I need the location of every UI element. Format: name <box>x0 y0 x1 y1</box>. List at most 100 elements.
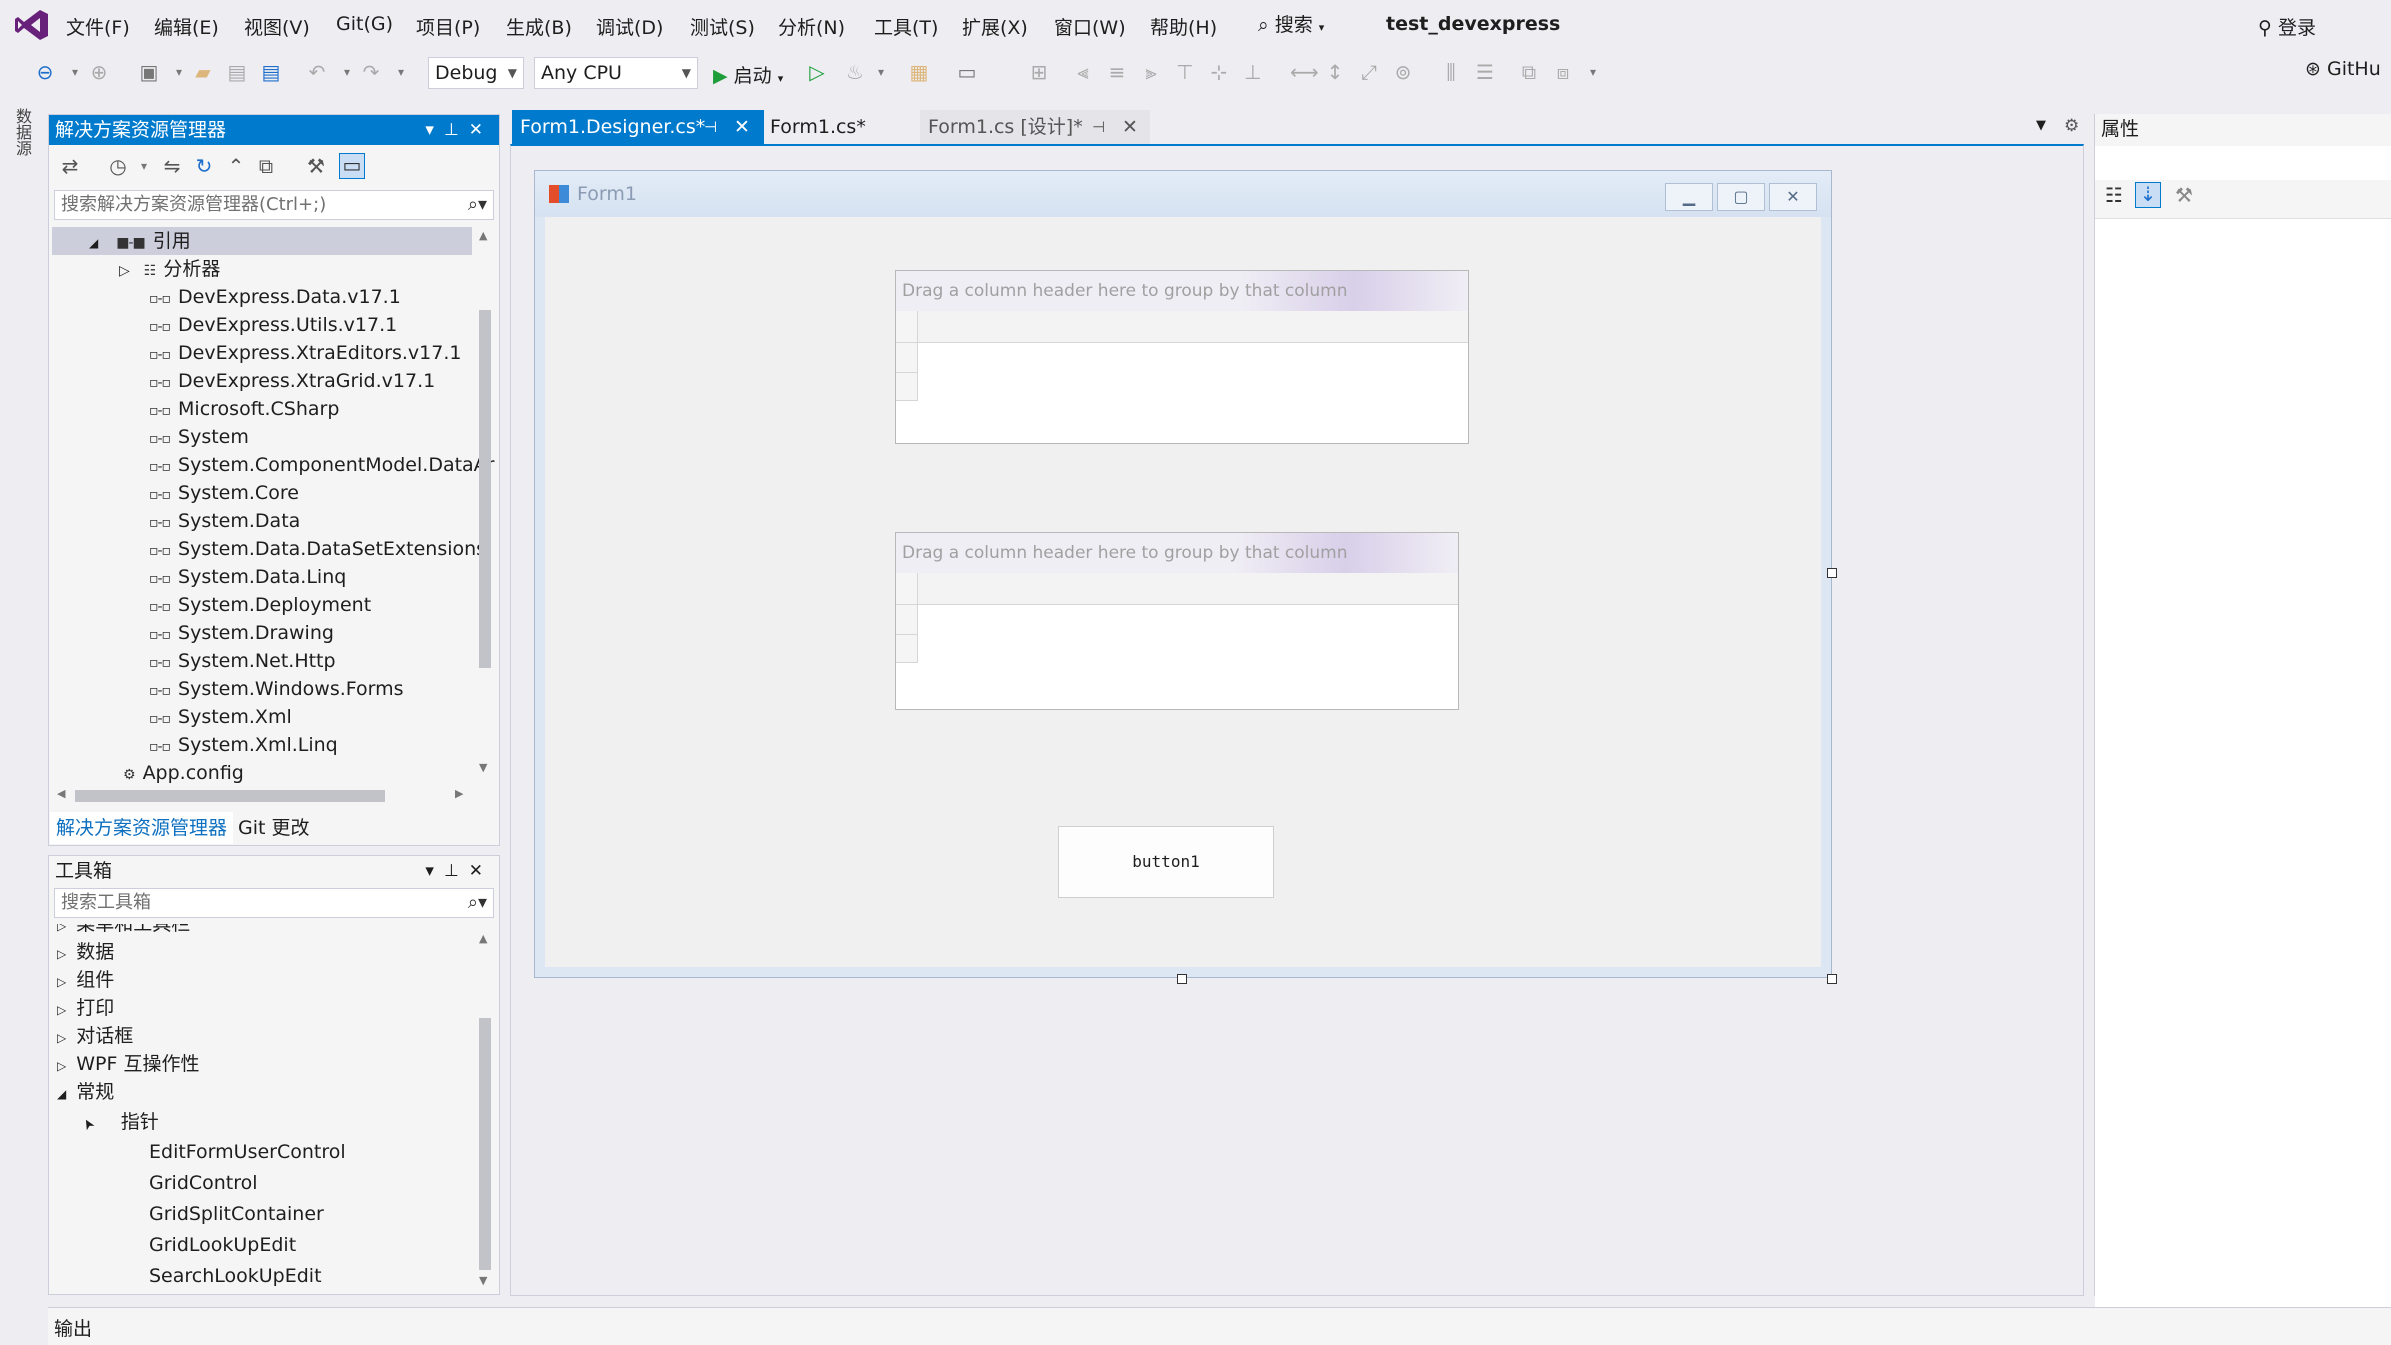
tree-item[interactable]: ▫-▫ System.Windows.Forms <box>149 675 404 703</box>
tree-item[interactable]: ▫-▫ System.Xml.Linq <box>149 731 338 759</box>
horizontal-scrollbar-thumb[interactable] <box>75 790 385 802</box>
alphabetical-icon[interactable]: ⇣ <box>2135 182 2161 208</box>
categorized-icon[interactable]: ☷ <box>2103 184 2125 206</box>
dropdown-icon[interactable]: ▾ <box>425 861 444 881</box>
resize-handle-bottom[interactable] <box>1177 974 1187 984</box>
pin-icon[interactable]: ⊣ <box>704 110 717 144</box>
scroll-down-icon[interactable]: ▼ <box>479 761 487 774</box>
tree-item[interactable]: ▫-▫ System.Deployment <box>149 591 371 619</box>
align-left-icon[interactable]: ⫷ <box>1072 61 1094 83</box>
pin-icon[interactable]: ⊣ <box>1092 110 1105 144</box>
tree-item[interactable]: ▫-▫ System.Data.Linq <box>149 563 346 591</box>
toolbox-category[interactable]: ◢ 常规 <box>57 1078 114 1106</box>
data-sources-tab[interactable]: 数据源 <box>12 108 34 168</box>
pin-icon[interactable]: ⊥ <box>444 120 469 140</box>
toolbox-category[interactable]: ▷ 对话框 <box>57 1022 133 1050</box>
show-all-files-icon[interactable]: ⧉ <box>255 155 277 177</box>
tree-item[interactable]: ▫-▫ System <box>149 423 249 451</box>
save-icon[interactable]: ▤ <box>226 61 248 83</box>
tab-overflow-icon[interactable]: ▼ <box>2036 118 2046 133</box>
vertical-scrollbar-thumb[interactable] <box>479 310 491 668</box>
pin-icon[interactable]: ⊥ <box>444 861 469 881</box>
platform-select[interactable]: Any CPU ▼ <box>534 57 698 89</box>
properties-wrench-icon[interactable]: ⚒ <box>305 155 327 177</box>
visual-studio-logo-icon[interactable] <box>14 8 50 42</box>
vertical-scrollbar-thumb[interactable] <box>479 1018 491 1270</box>
redo-icon[interactable]: ↷ <box>360 61 382 83</box>
sync-icon[interactable]: ⇄ <box>59 155 81 177</box>
resize-handle-bottom-right[interactable] <box>1827 974 1837 984</box>
tab-git-changes[interactable]: Git 更改 <box>232 812 316 844</box>
start-without-debugging-icon[interactable]: ▷ <box>806 61 828 83</box>
tree-item[interactable]: ▫-▫ System.Core <box>149 479 299 507</box>
bring-to-front-icon[interactable]: ⧉ <box>1518 61 1540 83</box>
size-to-grid-icon[interactable]: ⊚ <box>1392 61 1414 83</box>
toolbox-item[interactable]: GridControl <box>149 1169 258 1197</box>
pending-changes-icon[interactable]: ⇋ <box>161 155 183 177</box>
menu-file[interactable]: 文件(F) <box>66 13 130 40</box>
tree-item[interactable]: ▷ ☷ 分析器 <box>119 255 220 283</box>
menu-edit[interactable]: 编辑(E) <box>154 13 219 40</box>
github-copilot-button[interactable]: ⊛ GitHu <box>2305 58 2381 80</box>
tree-item[interactable]: ◢ ■-■ 引用 <box>89 227 191 255</box>
collapsed-icon[interactable]: ▷ <box>119 263 130 279</box>
undo-icon[interactable]: ↶ <box>306 61 328 83</box>
menu-build[interactable]: 生成(B) <box>506 13 572 40</box>
save-all-icon[interactable]: ▤ <box>260 61 282 83</box>
grid-control-1[interactable]: Drag a column header here to group by th… <box>895 270 1469 444</box>
configuration-select[interactable]: Debug ▼ <box>428 57 524 89</box>
tree-item[interactable]: ▫-▫ Microsoft.CSharp <box>149 395 339 423</box>
tree-item[interactable]: ▫-▫ DevExpress.Utils.v17.1 <box>149 311 397 339</box>
tab-solution-explorer[interactable]: 解决方案资源管理器 <box>50 812 234 844</box>
vertical-spacing-icon[interactable]: ☰ <box>1474 61 1496 83</box>
refresh-icon[interactable]: ↻ <box>193 155 215 177</box>
expanded-icon[interactable]: ◢ <box>89 236 98 250</box>
chevron-down-icon[interactable]: ▾ <box>390 61 412 83</box>
hot-reload-icon[interactable]: ♨ <box>844 61 866 83</box>
tab-form1-cs[interactable]: Form1.cs* <box>762 110 912 144</box>
new-project-icon[interactable]: ▣ <box>138 61 160 83</box>
align-bottom-icon[interactable]: ⊥ <box>1242 61 1264 83</box>
toolbox-item[interactable]: SearchLookUpEdit <box>149 1262 322 1290</box>
scroll-left-icon[interactable]: ◀ <box>57 787 65 800</box>
toolbox-category[interactable]: ▷ 数据 <box>57 938 114 966</box>
toolbox-header[interactable]: 工具箱 ▾⊥✕ <box>49 856 499 886</box>
tree-item[interactable]: ▫-▫ System.ComponentModel.DataAr <box>149 451 495 479</box>
same-height-icon[interactable]: ↕ <box>1324 61 1346 83</box>
menu-git[interactable]: Git(G) <box>336 13 393 35</box>
close-icon[interactable]: ✕ <box>469 861 493 881</box>
object-selector[interactable] <box>2095 146 2391 180</box>
close-icon[interactable]: ✕ <box>1122 110 1138 144</box>
open-folder-icon[interactable]: ▰ <box>192 61 214 83</box>
tree-item[interactable]: ▫-▫ DevExpress.Data.v17.1 <box>149 283 401 311</box>
align-top-icon[interactable]: ⊤ <box>1174 61 1196 83</box>
tab-form1-designer-cs[interactable]: Form1.Designer.cs* ⊣ ✕ <box>512 110 764 144</box>
minimize-icon[interactable]: ▁ <box>1665 183 1713 211</box>
menu-test[interactable]: 测试(S) <box>690 13 755 40</box>
grid-control-2[interactable]: Drag a column header here to group by th… <box>895 532 1459 710</box>
toolbox-category[interactable]: ▷ 菜单和工具栏 <box>57 924 190 938</box>
toolbox-search-input[interactable]: 搜索工具箱 ⌕▾ <box>54 888 494 918</box>
menu-project[interactable]: 项目(P) <box>416 13 480 40</box>
tree-item[interactable]: ▫-▫ System.Xml <box>149 703 292 731</box>
same-width-icon[interactable]: ⟷ <box>1290 61 1319 83</box>
tree-item[interactable]: ▫-▫ DevExpress.XtraGrid.v17.1 <box>149 367 435 395</box>
chevron-down-icon[interactable]: ▾ <box>870 61 892 83</box>
tree-item[interactable]: ▫-▫ System.Net.Http <box>149 647 336 675</box>
toolbox-category[interactable]: ▷ 打印 <box>57 994 114 1022</box>
dropdown-icon[interactable]: ▾ <box>425 120 444 140</box>
wrench-icon[interactable]: ⚒ <box>2173 184 2195 206</box>
gear-icon[interactable]: ⚙ <box>2064 116 2079 136</box>
toolbox-category[interactable]: ▷ WPF 互操作性 <box>57 1050 199 1078</box>
toolbox-item[interactable]: GridSplitContainer <box>149 1200 324 1228</box>
forward-icon[interactable]: ⊕ <box>88 61 110 83</box>
history-icon[interactable]: ◷ <box>107 155 129 177</box>
chevron-down-icon[interactable]: ▾ <box>168 61 190 83</box>
tree-item[interactable]: ▫-▫ System.Drawing <box>149 619 334 647</box>
menu-view[interactable]: 视图(V) <box>244 13 310 40</box>
properties-header[interactable]: 属性 <box>2095 114 2391 144</box>
output-panel[interactable]: 输出 <box>48 1307 2391 1345</box>
start-button[interactable]: ▶ 启动 ▾ <box>713 61 783 88</box>
tree-item[interactable]: ▫-▫ System.Data.DataSetExtensions <box>149 535 486 563</box>
same-size-icon[interactable]: ⤢ <box>1358 61 1380 83</box>
